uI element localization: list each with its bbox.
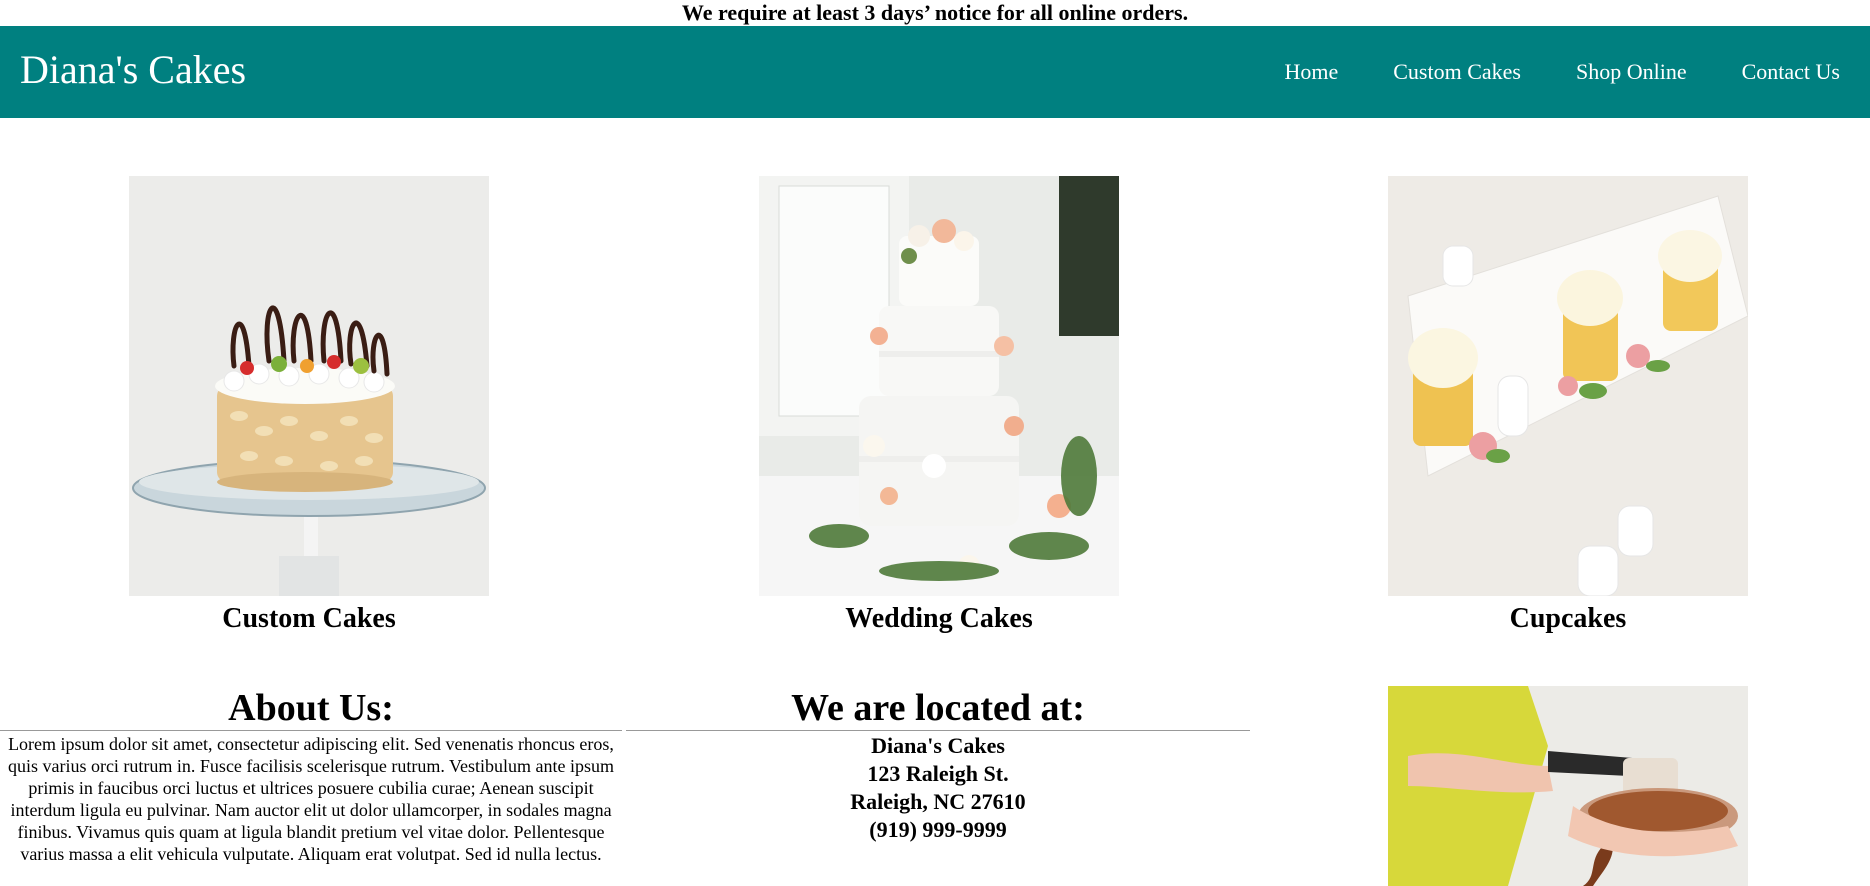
nav-custom-cakes-link[interactable]: Custom Cakes (1393, 59, 1521, 85)
location-section: We are located at: Diana's Cakes 123 Ral… (626, 686, 1250, 843)
address-city: Raleigh, NC 27610 (850, 789, 1026, 814)
wedding-cake-photo (759, 176, 1119, 596)
address-phone: (919) 999-9999 (869, 817, 1007, 842)
location-divider (626, 730, 1250, 731)
gallery-caption: Cupcakes (1509, 603, 1627, 634)
about-text: Lorem ipsum dolor sit amet, consectetur … (7, 734, 615, 864)
gallery-caption: Custom Cakes (222, 603, 396, 634)
about-section: About Us: Lorem ipsum dolor sit amet, co… (0, 686, 622, 865)
location-title: We are located at: (791, 687, 1085, 729)
gallery-card-cupcakes: Cupcakes (1388, 176, 1748, 636)
gallery-card-wedding-cakes: Wedding Cakes (759, 176, 1119, 636)
nav-contact-us-link[interactable]: Contact Us (1742, 59, 1840, 85)
nav-shop-online-link[interactable]: Shop Online (1576, 59, 1687, 85)
main-nav: Home Custom Cakes Shop Online Contact Us (1284, 26, 1870, 118)
about-title: About Us: (228, 687, 394, 729)
address-street: 123 Raleigh St. (867, 761, 1009, 786)
baking-photo (1388, 686, 1748, 886)
address-name: Diana's Cakes (871, 733, 1005, 758)
site-header: Diana's Cakes Home Custom Cakes Shop Onl… (0, 26, 1870, 118)
gallery-caption: Wedding Cakes (845, 603, 1033, 634)
site-brand[interactable]: Diana's Cakes (20, 46, 246, 94)
order-notice-banner: We require at least 3 days’ notice for a… (681, 0, 1189, 25)
cupcakes-photo (1388, 176, 1748, 596)
custom-cake-photo (129, 176, 489, 596)
gallery-card-custom-cakes: Custom Cakes (129, 176, 489, 636)
nav-home-link[interactable]: Home (1284, 59, 1338, 85)
